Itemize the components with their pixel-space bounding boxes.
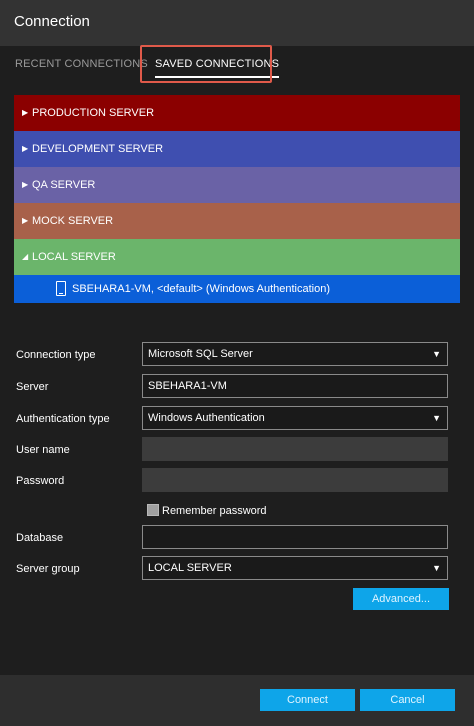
server-group-label: LOCAL SERVER [32, 251, 116, 263]
connection-type-label: Connection type [16, 349, 96, 361]
connection-tabs: RECENT CONNECTIONS SAVED CONNECTIONS [0, 46, 474, 86]
dropdown-arrow-icon: ▼ [432, 563, 441, 573]
collapse-arrow-icon: ◢ [22, 252, 29, 261]
user-name-input[interactable] [142, 437, 448, 461]
expand-arrow-icon: ▶ [22, 216, 29, 225]
database-input[interactable] [142, 525, 448, 549]
user-name-row: User name [0, 437, 474, 463]
tab-recent-connections[interactable]: RECENT CONNECTIONS [15, 58, 148, 70]
authentication-type-select[interactable]: Windows Authentication ▼ [142, 406, 448, 430]
connection-label: SBEHARA1-VM, <default> (Windows Authenti… [72, 283, 331, 295]
server-group-qa[interactable]: ▶ QA SERVER [14, 167, 460, 203]
authentication-type-value: Windows Authentication [148, 412, 265, 424]
saved-connection-item[interactable]: SBEHARA1-VM, <default> (Windows Authenti… [14, 275, 460, 303]
server-group-development[interactable]: ▶ DEVELOPMENT SERVER [14, 131, 460, 167]
server-group-row: Server group LOCAL SERVER ▼ [0, 556, 474, 582]
authentication-type-row: Authentication type Windows Authenticati… [0, 406, 474, 432]
server-group-label: MOCK SERVER [32, 215, 114, 227]
remember-password-label: Remember password [162, 505, 267, 517]
window-title: Connection [14, 13, 90, 30]
connection-type-value: Microsoft SQL Server [148, 348, 253, 360]
server-group-label: QA SERVER [32, 179, 96, 191]
cancel-button[interactable]: Cancel [360, 689, 455, 711]
database-row: Database [0, 525, 474, 551]
dropdown-arrow-icon: ▼ [432, 349, 441, 359]
server-group-local[interactable]: ◢ LOCAL SERVER [14, 239, 460, 275]
password-row: Password [0, 468, 474, 494]
server-group-list: ▶ PRODUCTION SERVER ▶ DEVELOPMENT SERVER… [14, 95, 460, 303]
server-group-select[interactable]: LOCAL SERVER ▼ [142, 556, 448, 580]
tab-label: RECENT CONNECTIONS [15, 58, 148, 70]
server-group-label: DEVELOPMENT SERVER [32, 143, 164, 155]
password-label: Password [16, 475, 65, 487]
database-icon [56, 281, 66, 296]
remember-password-checkbox[interactable] [147, 504, 159, 516]
dialog-footer: Connect Cancel [0, 675, 474, 726]
server-group-mock[interactable]: ▶ MOCK SERVER [14, 203, 460, 239]
connect-button[interactable]: Connect [260, 689, 355, 711]
expand-arrow-icon: ▶ [22, 108, 29, 117]
connection-type-row: Connection type Microsoft SQL Server ▼ [0, 342, 474, 368]
dropdown-arrow-icon: ▼ [432, 413, 441, 423]
advanced-button[interactable]: Advanced... [353, 588, 449, 610]
server-group-production[interactable]: ▶ PRODUCTION SERVER [14, 95, 460, 131]
server-value: SBEHARA1-VM [148, 380, 227, 392]
server-input[interactable]: SBEHARA1-VM [142, 374, 448, 398]
tab-label: SAVED CONNECTIONS [155, 58, 280, 70]
connection-type-select[interactable]: Microsoft SQL Server ▼ [142, 342, 448, 366]
server-group-value: LOCAL SERVER [148, 562, 232, 574]
database-label: Database [16, 532, 64, 544]
user-name-label: User name [16, 444, 70, 456]
server-row: Server SBEHARA1-VM [0, 374, 474, 400]
title-bar: Connection [0, 0, 474, 46]
server-label: Server [16, 381, 49, 393]
server-group-label: PRODUCTION SERVER [32, 107, 155, 119]
password-input[interactable] [142, 468, 448, 492]
active-tab-underline [155, 76, 280, 78]
tab-saved-connections[interactable]: SAVED CONNECTIONS [155, 58, 280, 78]
expand-arrow-icon: ▶ [22, 180, 29, 189]
authentication-type-label: Authentication type [16, 413, 110, 425]
expand-arrow-icon: ▶ [22, 144, 29, 153]
server-group-field-label: Server group [16, 563, 80, 575]
